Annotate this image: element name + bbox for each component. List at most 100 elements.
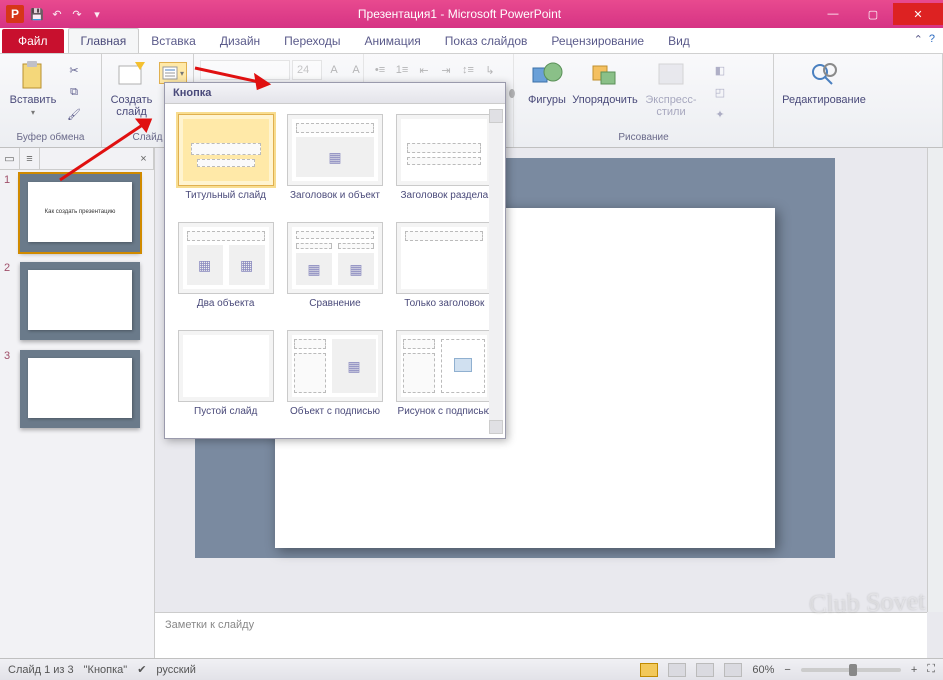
indent-icon[interactable]: ⇥ — [436, 60, 456, 80]
status-language[interactable]: русский — [156, 664, 195, 676]
notes-pane[interactable]: Заметки к слайду — [155, 612, 927, 658]
group-clipboard-label: Буфер обмена — [6, 132, 95, 145]
vertical-scrollbar[interactable] — [927, 148, 943, 612]
qat-more-icon[interactable]: ▾ — [88, 5, 106, 23]
layout-blank[interactable]: Пустой слайд — [175, 330, 276, 430]
cut-icon[interactable]: ✂ — [64, 60, 84, 80]
scroll-down-icon[interactable] — [489, 420, 503, 434]
slides-tab-icon[interactable]: ▭ — [0, 148, 20, 169]
tab-review[interactable]: Рецензирование — [539, 29, 656, 53]
file-tab[interactable]: Файл — [2, 29, 64, 53]
zoom-in-icon[interactable]: + — [911, 664, 917, 676]
arrange-label: Упорядочить — [572, 94, 637, 106]
shape-fill-icon[interactable]: ◧ — [710, 60, 730, 80]
shapes-button[interactable]: Фигуры — [520, 60, 574, 106]
help-icon[interactable]: ? — [929, 33, 935, 46]
shrink-font-icon[interactable]: A — [346, 60, 366, 80]
layout-title-content[interactable]: Заголовок и объект — [284, 114, 385, 214]
numbering-icon[interactable]: 1≡ — [392, 60, 412, 80]
layout-label: Титульный слайд — [185, 190, 266, 214]
title-bar: P 💾 ↶ ↷ ▾ Презентация1 - Microsoft Power… — [0, 0, 943, 28]
minimize-ribbon-icon[interactable]: ⌃ — [914, 33, 923, 46]
new-slide-button[interactable]: Создать слайд — [108, 60, 155, 118]
shape-effects-icon[interactable]: ✦ — [710, 104, 730, 124]
text-direction-icon[interactable]: ↳ — [480, 60, 500, 80]
shape-outline-icon[interactable]: ◰ — [710, 82, 730, 102]
qat-save-icon[interactable]: 💾 — [28, 5, 46, 23]
editing-button[interactable]: Редактирование — [780, 60, 868, 106]
qat-redo-icon[interactable]: ↷ — [68, 5, 86, 23]
thumb-number: 3 — [4, 350, 14, 428]
sorter-view-icon[interactable] — [668, 663, 686, 677]
layout-button[interactable]: ▾ — [159, 62, 187, 84]
outline-tab-icon[interactable]: ≡ — [20, 148, 40, 169]
tab-animation[interactable]: Анимация — [352, 29, 432, 53]
status-zoom: 60% — [752, 664, 774, 676]
tab-design[interactable]: Дизайн — [208, 29, 272, 53]
bullets-icon[interactable]: •≡ — [370, 60, 390, 80]
slide-thumb-3[interactable]: 3 — [4, 350, 150, 428]
scroll-up-icon[interactable] — [489, 109, 503, 123]
layout-label: Заголовок раздела — [401, 190, 489, 214]
quick-access-toolbar: 💾 ↶ ↷ ▾ — [28, 5, 106, 23]
paste-icon — [17, 60, 49, 92]
normal-view-icon[interactable] — [640, 663, 658, 677]
minimize-button[interactable]: — — [813, 3, 853, 25]
group-drawing: Фигуры Упорядочить Экспресс-стили ◧ ◰ ✦ … — [514, 54, 774, 147]
font-size-combo[interactable]: 24 — [292, 60, 322, 80]
layout-content-caption[interactable]: Объект с подписью — [284, 330, 385, 430]
tab-slideshow[interactable]: Показ слайдов — [433, 29, 540, 53]
arrange-button[interactable]: Упорядочить — [578, 60, 632, 106]
close-pane-icon[interactable]: × — [134, 148, 154, 169]
window-title: Презентация1 - Microsoft PowerPoint — [106, 7, 813, 21]
layout-label: Два объекта — [197, 298, 255, 322]
layout-label: Объект с подписью — [290, 406, 380, 430]
grow-font-icon[interactable]: A — [324, 60, 344, 80]
zoom-out-icon[interactable]: − — [784, 664, 790, 676]
spellcheck-icon[interactable]: ✔ — [137, 663, 146, 676]
layout-gallery: Кнопка Титульный слайд Заголовок и объек… — [164, 82, 506, 439]
font-family-combo[interactable] — [200, 60, 290, 80]
shapes-label: Фигуры — [528, 94, 566, 106]
shapes-icon — [531, 60, 563, 92]
layout-picture-caption[interactable]: Рисунок с подписью — [394, 330, 495, 430]
paste-button[interactable]: Вставить ▾ — [6, 60, 60, 117]
zoom-slider[interactable] — [801, 668, 901, 672]
status-slide-position: Слайд 1 из 3 — [8, 664, 74, 676]
gallery-scrollbar[interactable] — [489, 109, 503, 434]
outdent-icon[interactable]: ⇤ — [414, 60, 434, 80]
tab-insert[interactable]: Вставка — [139, 29, 208, 53]
close-button[interactable]: ✕ — [893, 3, 943, 25]
layout-section-header[interactable]: Заголовок раздела — [394, 114, 495, 214]
quick-styles-icon — [655, 60, 687, 92]
layout-label: Только заголовок — [404, 298, 484, 322]
layout-two-content[interactable]: Два объекта — [175, 222, 276, 322]
status-bar: Слайд 1 из 3 "Кнопка" ✔ русский 60% − + … — [0, 658, 943, 680]
layout-title-only[interactable]: Только заголовок — [394, 222, 495, 322]
quick-styles-button[interactable]: Экспресс-стили — [636, 60, 706, 118]
fit-to-window-icon[interactable]: ⛶ — [927, 663, 935, 676]
notes-placeholder: Заметки к слайду — [165, 619, 254, 631]
slide-thumb-1[interactable]: 1 Как создать презентацию — [4, 174, 150, 252]
thumb-number: 1 — [4, 174, 14, 252]
tab-view[interactable]: Вид — [656, 29, 702, 53]
layout-comparison[interactable]: Сравнение — [284, 222, 385, 322]
format-painter-icon[interactable]: 🖌 — [64, 104, 84, 124]
copy-icon[interactable]: ⧉ — [64, 82, 84, 102]
app-icon: P — [6, 5, 24, 23]
chevron-down-icon: ▾ — [31, 108, 35, 117]
qat-undo-icon[interactable]: ↶ — [48, 5, 66, 23]
layout-title-slide[interactable]: Титульный слайд — [175, 114, 276, 214]
tab-transitions[interactable]: Переходы — [272, 29, 352, 53]
ribbon-tabs: Файл Главная Вставка Дизайн Переходы Ани… — [0, 28, 943, 54]
slideshow-view-icon[interactable] — [724, 663, 742, 677]
layout-label: Сравнение — [309, 298, 360, 322]
new-slide-icon — [115, 60, 147, 92]
status-theme: "Кнопка" — [84, 664, 128, 676]
tab-home[interactable]: Главная — [68, 28, 140, 53]
find-icon — [808, 60, 840, 92]
reading-view-icon[interactable] — [696, 663, 714, 677]
line-spacing-icon[interactable]: ↕≡ — [458, 60, 478, 80]
slide-thumb-2[interactable]: 2 — [4, 262, 150, 340]
maximize-button[interactable]: ▢ — [853, 3, 893, 25]
